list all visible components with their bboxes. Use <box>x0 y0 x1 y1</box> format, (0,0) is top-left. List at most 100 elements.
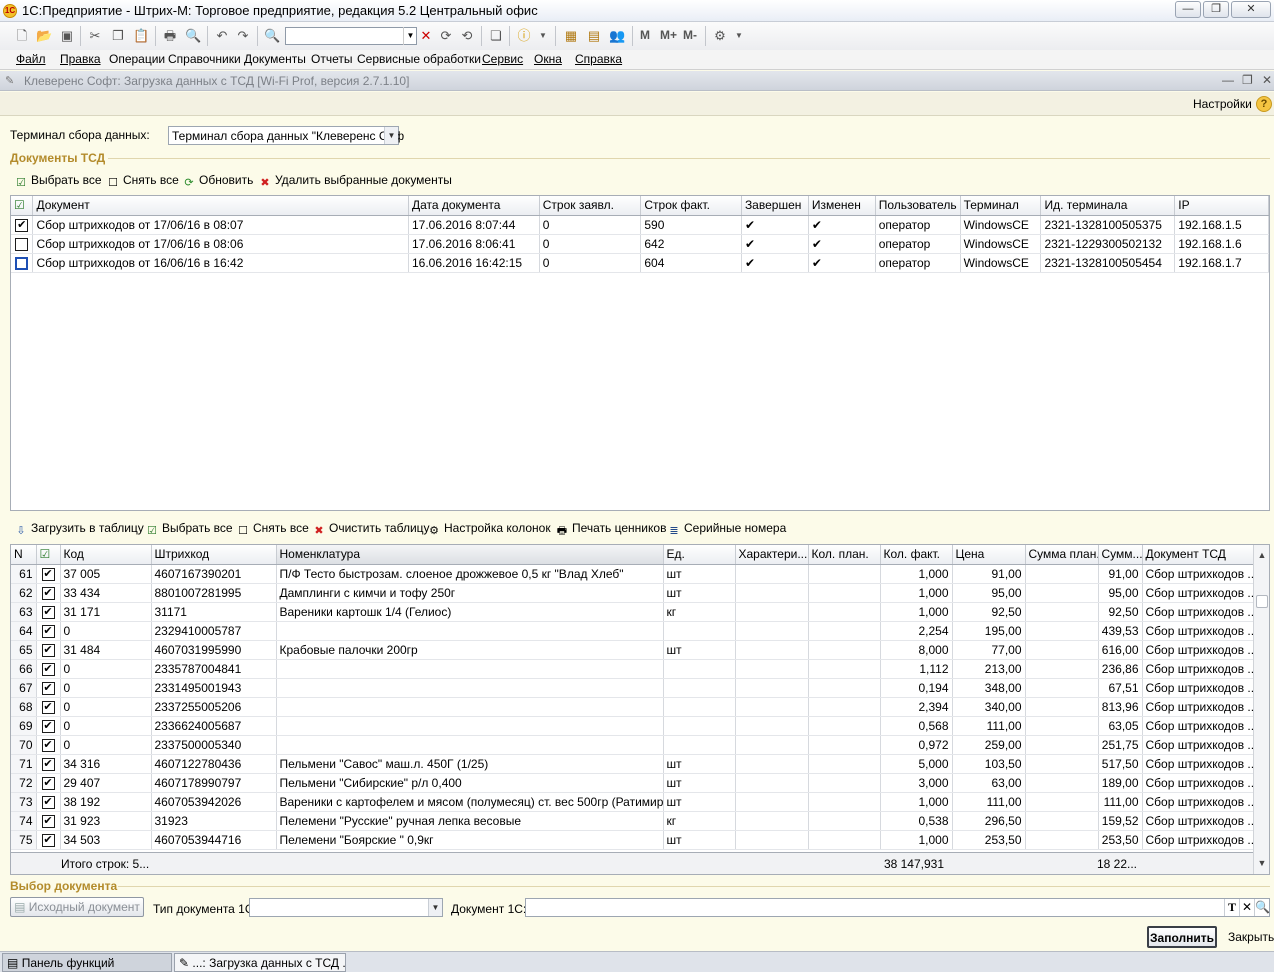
line-row-checkbox[interactable]: ✔ <box>36 697 61 717</box>
search-dropdown-icon[interactable]: ▼ <box>403 27 417 45</box>
scroll-down-icon[interactable]: ▼ <box>1254 855 1269 871</box>
serial-numbers-button[interactable]: ≣ Серийные номера <box>667 521 786 541</box>
checkbox[interactable]: ✔ <box>41 738 55 752</box>
lines-table-row[interactable]: 62 ✔ 33 434 8801007281995 Дамплинги с кимчи … <box>11 583 1254 603</box>
lines-table-row[interactable]: 66 ✔ 0 2335787004841 1,112 213,00 236,86 Сбор ш… <box>11 659 1254 679</box>
lines-table-row[interactable]: 72 ✔ 29 407 4607178990797 Пельмени "Сибирски… <box>11 773 1254 793</box>
scroll-up-icon[interactable]: ▲ <box>1254 547 1269 563</box>
lines-header-n[interactable]: N <box>11 545 37 565</box>
find-next-icon[interactable]: ⟳ <box>438 28 454 44</box>
checkbox[interactable]: ✔ <box>41 776 55 790</box>
lines-header-code[interactable]: Код <box>60 545 152 565</box>
docs-table-row[interactable]: Сбор штрихкодов от 17/06/16 в 08:06 17.06… <box>11 234 1269 254</box>
docs-header-terminal[interactable]: Терминал <box>960 196 1042 216</box>
line-row-checkbox[interactable]: ✔ <box>36 640 61 660</box>
menu-reports[interactable]: Отчеты <box>311 52 352 66</box>
line-row-checkbox[interactable]: ✔ <box>36 659 61 679</box>
help-icon[interactable]: ? <box>1256 96 1272 112</box>
delete-selected-docs-button[interactable]: ✖ Удалить выбранные документы <box>258 173 451 193</box>
checkbox[interactable]: ✔ <box>41 662 55 676</box>
checkbox[interactable]: ✔ <box>41 586 55 600</box>
line-row-checkbox[interactable]: ✔ <box>36 754 61 774</box>
maximize-button[interactable]: ❐ <box>1203 1 1229 18</box>
users-icon[interactable]: 👥 <box>609 28 625 44</box>
paste-icon[interactable]: 📋 <box>133 28 149 44</box>
checkbox[interactable] <box>15 237 29 251</box>
doc-row-checkbox[interactable] <box>11 234 34 254</box>
checkbox[interactable]: ✔ <box>41 700 55 714</box>
doc-1c-input[interactable]: T ✕ 🔍 <box>525 898 1270 917</box>
lines-table-row[interactable]: 64 ✔ 0 2329410005787 2,254 195,00 439,53 Сбор ш… <box>11 621 1254 641</box>
memory-button[interactable]: M <box>640 28 650 42</box>
memory-plus-button[interactable]: M+ <box>660 28 677 42</box>
docs-header-terminal-id[interactable]: Ид. терминала <box>1040 196 1176 216</box>
doc-type-select[interactable]: ▼ <box>249 898 443 917</box>
checkbox[interactable]: ✔ <box>41 814 55 828</box>
menu-edit[interactable]: Правка <box>60 52 101 66</box>
text-type-icon[interactable]: T <box>1224 899 1239 916</box>
docs-table-row[interactable]: Сбор штрихкодов от 16/06/16 в 16:42 16.06… <box>11 253 1269 273</box>
lines-table-row[interactable]: 65 ✔ 31 484 4607031995990 Крабовые палочки 2… <box>11 640 1254 660</box>
copy-icon[interactable]: ❐ <box>110 28 126 44</box>
menu-help[interactable]: Справка <box>575 52 622 66</box>
tools-icon[interactable]: ⚙ <box>712 28 728 44</box>
info-dropdown-icon[interactable]: ▼ <box>535 28 551 44</box>
docs-header-planned[interactable]: Строк заявл. <box>539 196 642 216</box>
open-icon[interactable]: 📂 <box>36 28 52 44</box>
menu-file[interactable]: Файл <box>16 52 46 66</box>
docs-header-changed[interactable]: Изменен <box>808 196 876 216</box>
lines-header-tsd-doc[interactable]: Документ ТСД <box>1142 545 1254 565</box>
lines-header-barcode[interactable]: Штрихкод <box>151 545 277 565</box>
fill-button[interactable]: Заполнить <box>1147 926 1217 948</box>
line-row-checkbox[interactable]: ✔ <box>36 583 61 603</box>
deselect-all-lines-button[interactable]: ☐ Снять все <box>236 521 309 541</box>
info-icon[interactable]: ⓘ <box>516 28 532 44</box>
doc-row-checkbox[interactable]: ✔ <box>11 215 34 235</box>
refresh-button[interactable]: ⟳ Обновить <box>182 173 253 193</box>
line-row-checkbox[interactable]: ✔ <box>36 830 61 850</box>
checkbox[interactable]: ✔ <box>41 757 55 771</box>
menu-service[interactable]: Сервис <box>482 52 523 66</box>
print-price-tags-button[interactable]: 🖶 Печать ценников <box>555 521 667 541</box>
lines-header-price[interactable]: Цена <box>952 545 1026 565</box>
terminal-select[interactable]: Терминал сбора данных "Клеверенс Соф ▼ <box>168 126 404 145</box>
clear-table-button[interactable]: ✖ Очистить таблицу <box>312 521 429 541</box>
inner-restore-button[interactable]: ❐ <box>1242 73 1253 87</box>
clear-icon[interactable]: ✕ <box>1239 899 1254 916</box>
search-input[interactable] <box>285 27 417 45</box>
lines-header-characteristic[interactable]: Характери... <box>735 545 809 565</box>
checkbox[interactable]: ✔ <box>41 567 55 581</box>
select-all-lines-button[interactable]: ☑ Выбрать все <box>145 521 233 541</box>
lines-header-name[interactable]: Номенклатура <box>276 545 664 565</box>
lines-header-check[interactable]: ☑ <box>36 545 61 565</box>
taskbar-item-tsd-load[interactable]: ✎ ...: Загрузка данных с ТСД ... <box>174 953 346 972</box>
redo-icon[interactable]: ↷ <box>235 28 251 44</box>
lines-header-qty-plan[interactable]: Кол. план. <box>808 545 881 565</box>
settings-link[interactable]: Настройки <box>1193 97 1252 111</box>
checkbox[interactable]: ✔ <box>41 624 55 638</box>
close-window-button[interactable]: ✕ <box>1231 1 1271 18</box>
source-document-button[interactable]: ▤ Исходный документ <box>10 897 144 917</box>
cut-icon[interactable]: ✂ <box>87 28 103 44</box>
menu-operations[interactable]: Операции <box>109 52 165 66</box>
lines-scrollbar[interactable]: ▲ ▼ <box>1253 545 1269 874</box>
inner-close-button[interactable]: ✕ <box>1262 73 1272 87</box>
deselect-all-docs-button[interactable]: ☐ Снять все <box>106 173 179 193</box>
menu-references[interactable]: Справочники <box>168 52 241 66</box>
docs-header-document[interactable]: Документ <box>32 196 409 216</box>
lines-table-row[interactable]: 75 ✔ 34 503 4607053944716 Пелемени "Боярские… <box>11 830 1254 850</box>
memory-minus-button[interactable]: M- <box>683 28 697 42</box>
find-prev-icon[interactable]: ⟲ <box>459 28 475 44</box>
checkbox[interactable]: ✔ <box>41 681 55 695</box>
close-button[interactable]: Закрыть <box>1228 930 1274 944</box>
line-row-checkbox[interactable]: ✔ <box>36 621 61 641</box>
line-row-checkbox[interactable]: ✔ <box>36 773 61 793</box>
docs-header-user[interactable]: Пользователь <box>875 196 961 216</box>
search-icon[interactable]: 🔍 <box>1254 899 1270 916</box>
lines-header-qty-fact[interactable]: Кол. факт. <box>880 545 953 565</box>
lines-table-row[interactable]: 63 ✔ 31 171 31171 Вареники картошк 1/4 (Гели… <box>11 602 1254 622</box>
lines-table-row[interactable]: 67 ✔ 0 2331495001943 0,194 348,00 67,51 Сбор шт… <box>11 678 1254 698</box>
column-settings-button[interactable]: ⚙ Настройка колонок <box>427 521 551 541</box>
line-row-checkbox[interactable]: ✔ <box>36 602 61 622</box>
lines-header-sum-plan[interactable]: Сумма план. <box>1025 545 1099 565</box>
